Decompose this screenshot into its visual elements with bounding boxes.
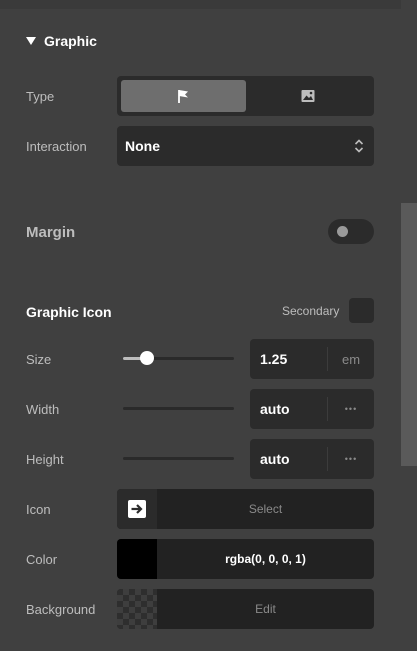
- secondary-label: Secondary: [282, 304, 340, 318]
- color-swatch[interactable]: [117, 539, 157, 579]
- image-icon: [301, 90, 315, 102]
- size-unit[interactable]: em: [328, 352, 374, 367]
- arrow-right-box-icon: [128, 500, 146, 518]
- scrollbar-thumb[interactable]: [401, 203, 417, 466]
- icon-select-button[interactable]: Select: [157, 489, 374, 529]
- graphic-icon-heading: Graphic Icon: [26, 304, 112, 320]
- height-input[interactable]: auto •••: [250, 439, 374, 479]
- height-slider[interactable]: [123, 457, 234, 460]
- color-value[interactable]: rgba(0, 0, 0, 1): [157, 539, 374, 579]
- section-header-graphic[interactable]: Graphic: [26, 33, 97, 49]
- secondary-checkbox[interactable]: [349, 298, 374, 323]
- width-input[interactable]: auto •••: [250, 389, 374, 429]
- panel-top-strip: [0, 0, 417, 9]
- width-more-button[interactable]: •••: [328, 404, 374, 414]
- background-picker[interactable]: Edit: [117, 589, 374, 629]
- type-option-image[interactable]: [246, 80, 371, 112]
- size-value[interactable]: 1.25: [250, 347, 328, 371]
- size-input[interactable]: 1.25 em: [250, 339, 374, 379]
- width-label: Width: [26, 402, 60, 417]
- icon-label: Icon: [26, 502, 51, 517]
- chevron-up-down-icon: [354, 139, 364, 153]
- type-label: Type: [26, 89, 55, 104]
- type-option-icon[interactable]: [121, 80, 246, 112]
- section-title: Graphic: [44, 33, 97, 49]
- interaction-select[interactable]: None: [117, 126, 374, 166]
- interaction-value: None: [125, 138, 160, 154]
- height-more-button[interactable]: •••: [328, 454, 374, 464]
- margin-heading: Margin: [26, 224, 76, 241]
- type-segmented-control: [117, 76, 374, 116]
- flag-icon: [178, 90, 189, 103]
- background-label: Background: [26, 602, 96, 617]
- size-slider[interactable]: [123, 351, 234, 365]
- background-swatch-transparent[interactable]: [117, 589, 157, 629]
- height-label: Height: [26, 452, 64, 467]
- height-value[interactable]: auto: [250, 447, 328, 471]
- color-label: Color: [26, 552, 58, 567]
- background-edit-button[interactable]: Edit: [157, 589, 374, 629]
- size-label: Size: [26, 352, 52, 367]
- margin-toggle[interactable]: [328, 219, 374, 244]
- icon-picker[interactable]: Select: [117, 489, 374, 529]
- interaction-label: Interaction: [26, 139, 87, 154]
- caret-down-icon: [26, 37, 36, 45]
- color-picker[interactable]: rgba(0, 0, 0, 1): [117, 539, 374, 579]
- width-value[interactable]: auto: [250, 397, 328, 421]
- width-slider[interactable]: [123, 407, 234, 410]
- toggle-knob: [337, 226, 348, 237]
- size-slider-thumb[interactable]: [140, 351, 154, 365]
- icon-preview[interactable]: [117, 489, 157, 529]
